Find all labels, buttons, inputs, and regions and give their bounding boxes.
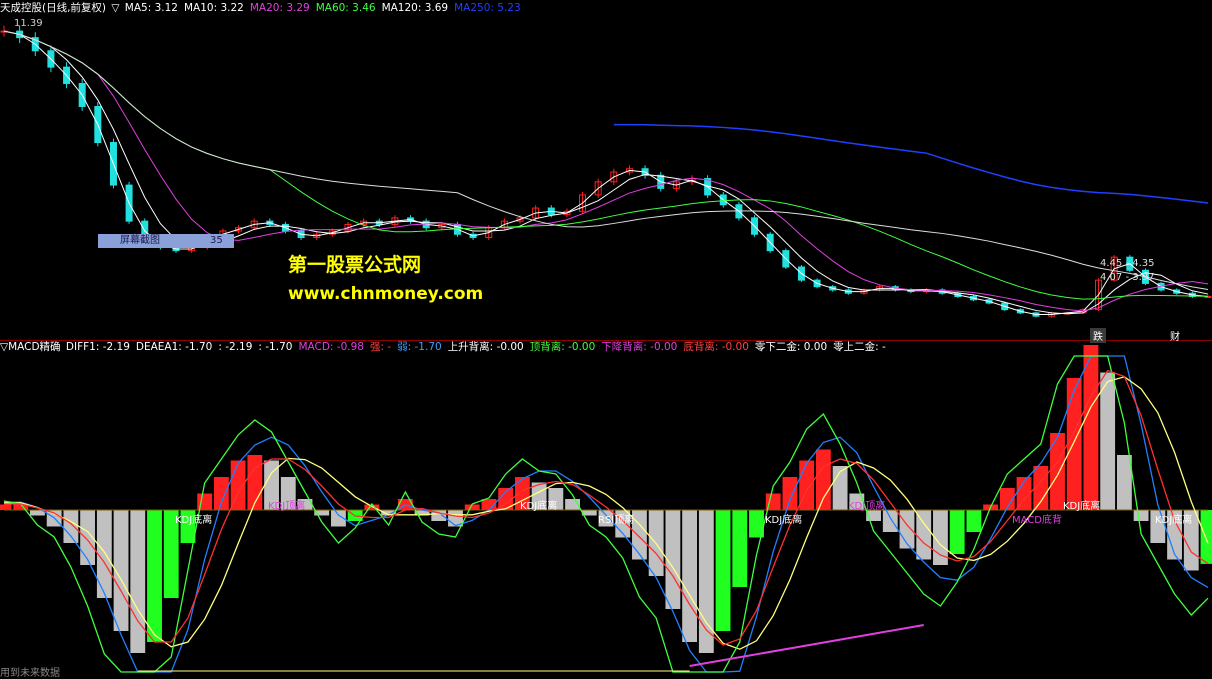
macd-signal-label: KDJ底离: [520, 501, 558, 512]
ma-legend-item: MA60: 3.46: [315, 2, 376, 14]
macd-legend-item: DEAEA1: -1.70: [135, 341, 213, 353]
macd-histogram-bar: [1066, 378, 1082, 510]
stock-chart-window: 天成控股(日线,前复权) ▽ MA5: 3.12 MA10: 3.22 MA20: …: [0, 0, 1212, 679]
ma20-line: [3, 30, 1209, 312]
ma10-line: [3, 30, 1209, 315]
macd-histogram-bar: [698, 510, 714, 653]
ma-legend-item: MA120: 3.69: [381, 2, 449, 14]
macd-histogram-bar: [96, 510, 112, 598]
ma-legend-item: MA10: 3.22: [183, 2, 244, 14]
macd-legend-item: 上升背离: -0.00: [447, 341, 524, 353]
price-range-label-1: 4.45 - 4.35: [1100, 258, 1155, 269]
macd-legend-item: : -1.70: [258, 341, 293, 353]
ma-legend-item: MA5: 3.12: [124, 2, 178, 14]
macd-histogram-bar: [1083, 345, 1099, 510]
macd-histogram-bar: [63, 510, 79, 543]
macd-histogram-bar: [1133, 510, 1149, 521]
macd-histogram-bar: [815, 449, 831, 510]
macd-histogram-bar: [916, 510, 932, 560]
macd-histogram-bar: [949, 510, 965, 554]
macd-header: ▽MACD精确 DIFF1: -2.19 DEAEA1: -1.70 : -2.19…: [0, 341, 894, 354]
ma-legend-item: MA20: 3.29: [249, 2, 310, 14]
ma5-line: [3, 30, 1209, 316]
macd-histogram-bar: [715, 510, 731, 631]
chart-canvas[interactable]: [0, 0, 1212, 676]
macd-signal-label: KDJ顶离: [268, 501, 306, 512]
macd-signal-label: KDJ顶离: [848, 501, 886, 512]
macd-histogram-bar: [732, 510, 748, 587]
ma60-line: [3, 30, 1209, 300]
ma-legend: MA5: 3.12 MA10: 3.22 MA20: 3.29 MA60: 3.46 M…: [125, 2, 527, 14]
macd-legend-item: 零上二金: -: [833, 341, 886, 353]
watermark-title: 第一股票公式网: [288, 254, 422, 276]
macd-legend-item: 底背离: -0.00: [683, 341, 749, 353]
macd-legend-item: 弱: -1.70: [397, 341, 442, 353]
macd-legend-item: 下降背离: -0.00: [601, 341, 678, 353]
macd-legend-item: 强: -: [369, 341, 392, 353]
macd-signal-label: RSI顶离: [598, 515, 635, 526]
stock-title[interactable]: 天成控股(日线,前复权): [0, 2, 106, 14]
macd-histogram-bar: [682, 510, 698, 642]
macd-legend-item: MACD: -0.98: [298, 341, 364, 353]
macd-signal-label: MACD底背: [1012, 515, 1062, 526]
macd-signal-label: KDJ底离: [765, 515, 803, 526]
macd-signal-label: KDJ底离: [1155, 515, 1193, 526]
watermark-url: www.chnmoney.com: [288, 284, 484, 304]
screenshot-box-label: 屏幕截图: [120, 235, 160, 246]
screenshot-box[interactable]: 屏幕截图 35: [98, 234, 234, 248]
macd-legend-item: 零下二金: 0.00: [754, 341, 828, 353]
macd-histogram-bar: [1200, 510, 1212, 564]
event-label-cai[interactable]: 财: [1170, 328, 1180, 343]
screenshot-box-value: 35: [210, 235, 223, 246]
macd-histogram-bar: [966, 510, 982, 532]
macd-legend-item: : -2.19: [218, 341, 253, 353]
macd-title[interactable]: ▽MACD精确: [0, 341, 61, 353]
macd-legend-item: DIFF1: -2.19: [65, 341, 130, 353]
macd-histogram-bar: [782, 477, 798, 510]
macd-legend-item: 顶背离: -0.00: [529, 341, 596, 353]
price-range-label-2: 4.07 - 3.97: [1100, 272, 1155, 283]
ma250-line: [613, 123, 1209, 204]
kline-header: 天成控股(日线,前复权) ▽ MA5: 3.12 MA10: 3.22 MA20: …: [0, 2, 529, 15]
high-price-label: 11.39: [14, 18, 43, 29]
ma-legend-item: MA250: 5.23: [454, 2, 521, 14]
ma120-line: [3, 30, 1209, 290]
macd-histogram-bar: [1116, 455, 1132, 510]
divergence-line: [689, 624, 924, 667]
macd-signal-label: KDJ底离: [175, 515, 213, 526]
macd-histogram-bar: [130, 510, 146, 653]
future-data-note: 用到未来数据: [0, 668, 60, 679]
macd-histogram-bar: [1100, 372, 1116, 510]
macd-histogram-bar: [147, 510, 162, 642]
macd-histogram-bar: [213, 477, 229, 510]
macd-histogram-bar: [0, 504, 12, 510]
event-label-die[interactable]: 跌: [1090, 328, 1106, 343]
collapse-marker-icon[interactable]: ▽: [111, 2, 119, 14]
macd-signal-label: KDJ底离: [1063, 501, 1101, 512]
macd-legend: DIFF1: -2.19 DEAEA1: -1.70 : -2.19 : -1.70 M…: [66, 341, 892, 353]
macd-histogram-bar: [882, 510, 898, 532]
